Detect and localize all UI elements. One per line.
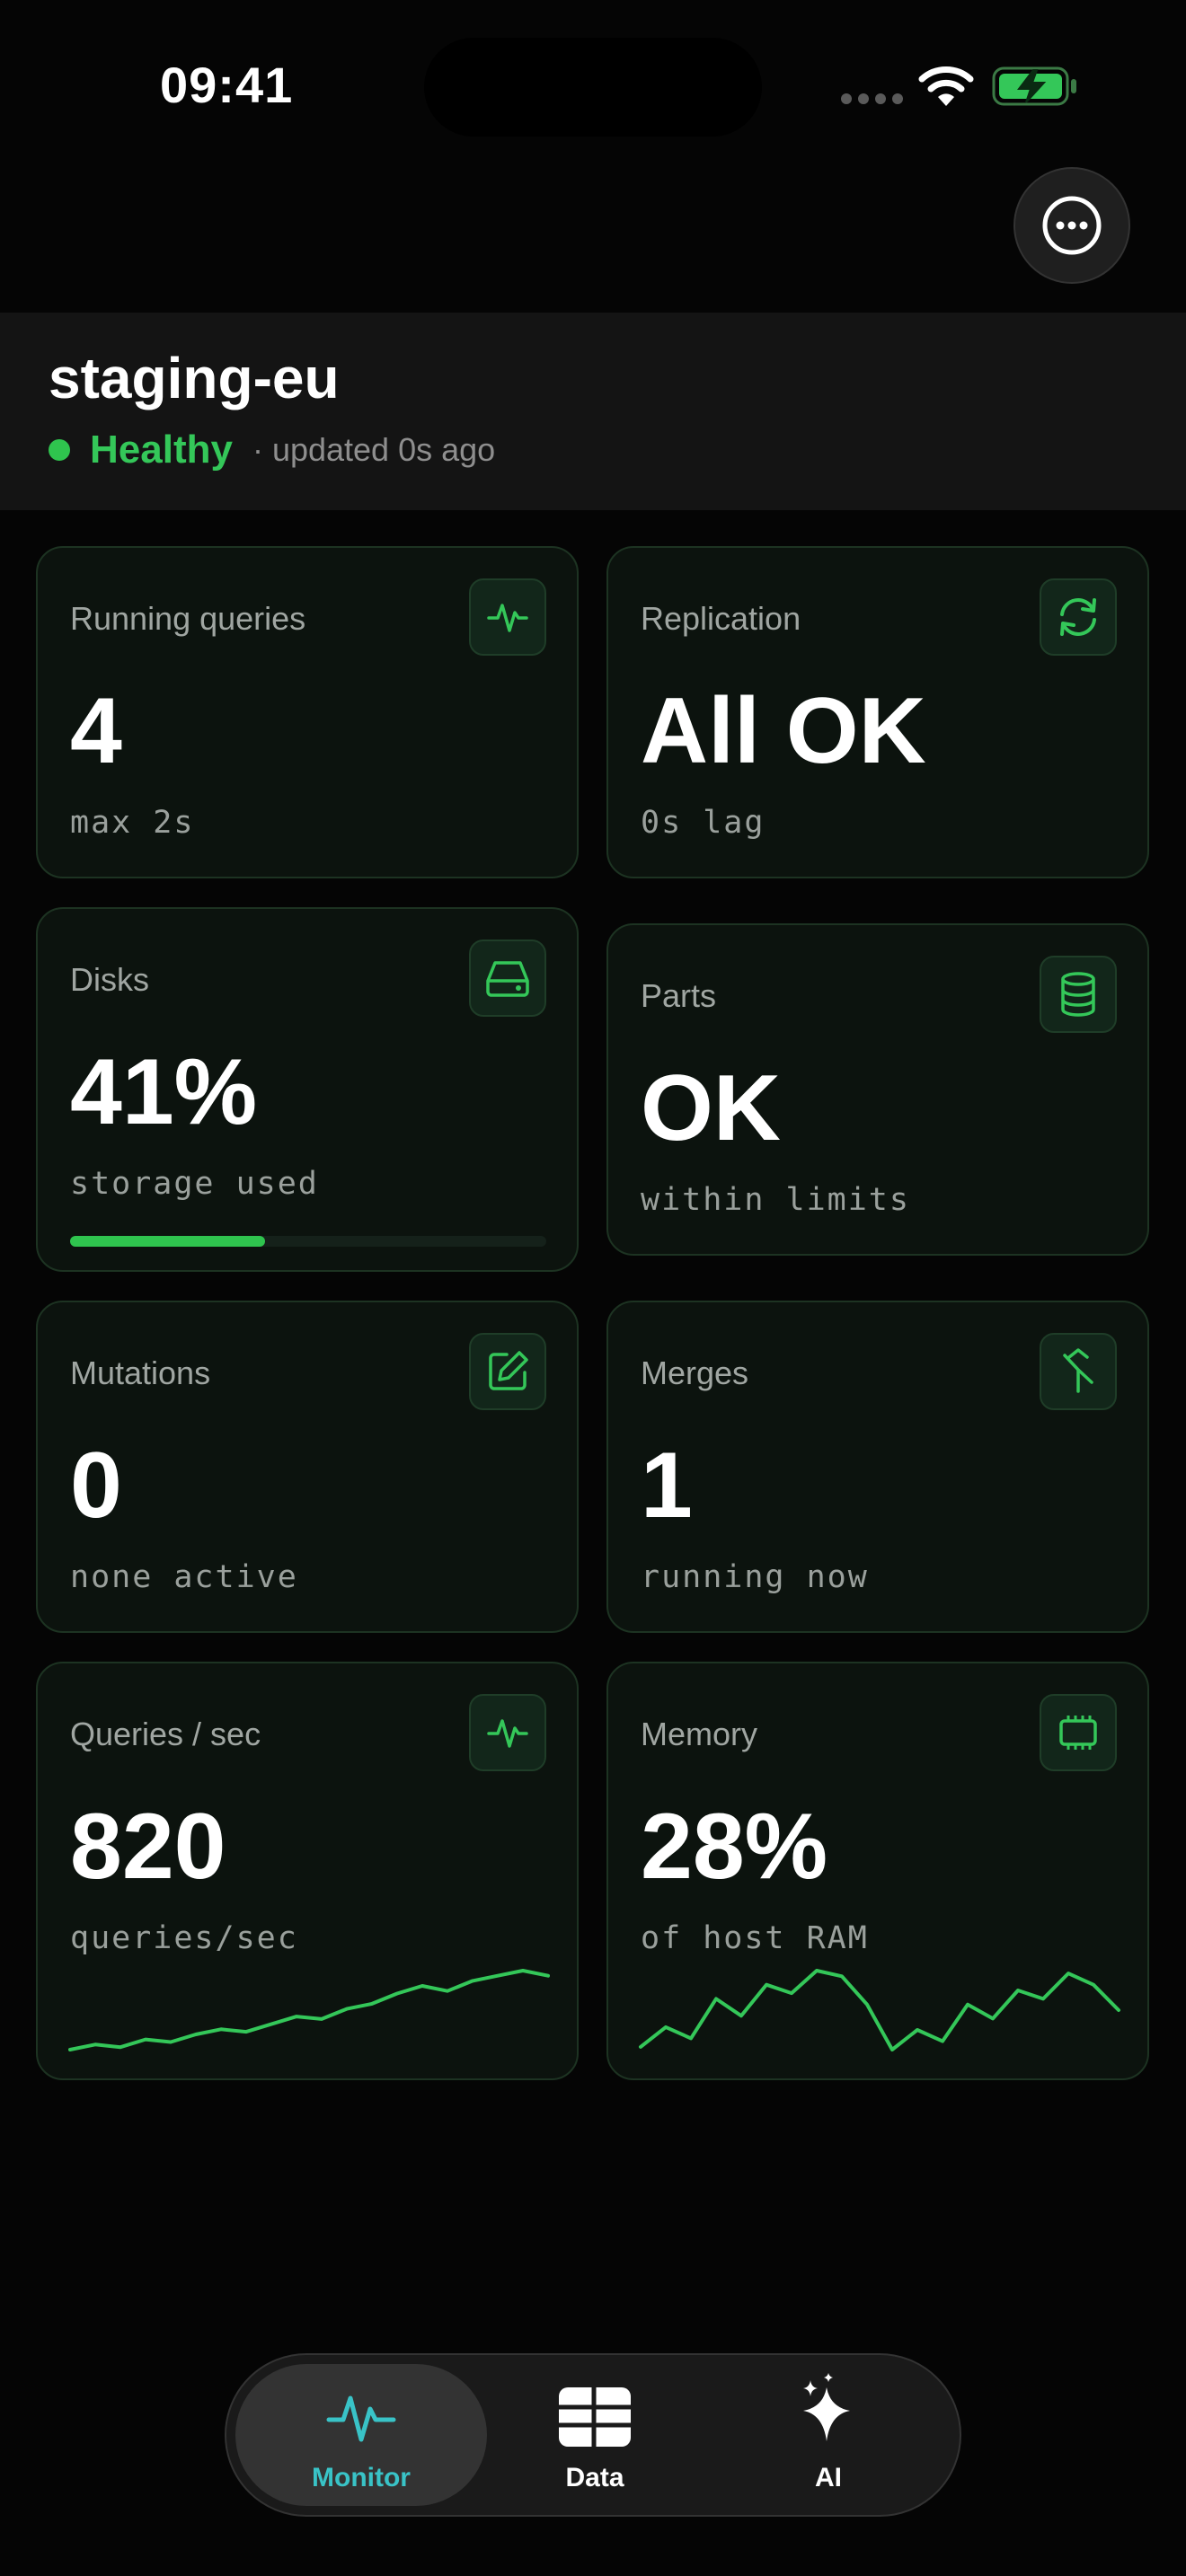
card-value: OK [641, 1056, 781, 1160]
card-value: 41% [70, 1040, 258, 1144]
cellular-signal-icon [841, 93, 903, 104]
sparkline-path [68, 1969, 550, 2051]
card-memory[interactable]: Memory 28% of host RAM [606, 1662, 1149, 2080]
card-title: Merges [641, 1354, 749, 1391]
status-bar: 09:41 [0, 0, 1186, 171]
tab-label: Monitor [312, 2463, 411, 2492]
status-dot-icon [49, 439, 70, 461]
health-status: Healthy [90, 428, 233, 472]
cluster-header: staging-eu Healthy · updated 0s ago [0, 313, 1186, 510]
card-value: 28% [641, 1795, 828, 1899]
card-title: Parts [641, 977, 717, 1014]
chip-icon [1040, 1694, 1117, 1771]
card-subtitle: of host RAM [641, 1920, 869, 1956]
card-title: Mutations [70, 1354, 211, 1391]
card-subtitle: max 2s [70, 805, 195, 841]
card-mutations[interactable]: Mutations 0 none active [36, 1301, 579, 1633]
card-subtitle: within limits [641, 1182, 910, 1218]
cluster-status: Healthy · updated 0s ago [49, 428, 495, 472]
status-time: 09:41 [160, 57, 294, 113]
card-subtitle: none active [70, 1559, 298, 1595]
card-title: Memory [641, 1716, 758, 1752]
storage-progress-fill [70, 1236, 266, 1247]
card-subtitle: storage used [70, 1166, 319, 1202]
tab-data[interactable]: Data [469, 2364, 721, 2506]
sparkles-icon [803, 2373, 850, 2441]
database-icon [1040, 956, 1117, 1033]
card-value: 4 [70, 679, 122, 783]
activity-icon [469, 1694, 546, 1771]
card-subtitle: running now [641, 1559, 869, 1595]
sparkline-path [639, 1969, 1120, 2051]
card-replication[interactable]: Replication All OK 0s lag [606, 546, 1149, 878]
tab-label: AI [815, 2463, 842, 2492]
card-title: Replication [641, 600, 801, 637]
card-parts[interactable]: Parts OK within limits [606, 923, 1149, 1256]
merge-icon [1040, 1333, 1117, 1410]
tab-label: Data [565, 2463, 624, 2492]
wifi-icon [918, 66, 974, 106]
memory-sparkline [639, 1969, 1120, 2051]
activity-icon [469, 578, 546, 656]
card-value: All OK [641, 679, 926, 783]
last-updated: · updated 0s ago [252, 431, 496, 468]
card-value: 0 [70, 1434, 122, 1538]
card-title: Queries / sec [70, 1716, 261, 1752]
ellipsis-circle-icon [1042, 196, 1102, 255]
battery-charging-icon [992, 66, 1076, 106]
queries-sparkline [68, 1969, 550, 2051]
card-value: 820 [70, 1795, 226, 1899]
card-merges[interactable]: Merges 1 running now [606, 1301, 1149, 1633]
cluster-name: staging-eu [49, 346, 340, 410]
tab-ai[interactable]: AI [703, 2364, 954, 2506]
card-queries-per-sec[interactable]: Queries / sec 820 queries/sec [36, 1662, 579, 2080]
storage-progress-bar [70, 1236, 546, 1247]
pulse-icon [326, 2395, 396, 2442]
more-options-button[interactable] [1013, 167, 1130, 284]
card-title: Running queries [70, 600, 306, 637]
edit-icon [469, 1333, 546, 1410]
table-icon [559, 2387, 631, 2447]
card-value: 1 [641, 1434, 693, 1538]
sync-icon [1040, 578, 1117, 656]
tab-bar: Monitor Data AI [225, 2353, 961, 2517]
card-running-queries[interactable]: Running queries 4 max 2s [36, 546, 579, 878]
dynamic-island [424, 38, 762, 137]
card-disks[interactable]: Disks 41% storage used [36, 907, 579, 1272]
tab-monitor[interactable]: Monitor [235, 2364, 487, 2506]
card-subtitle: 0s lag [641, 805, 766, 841]
card-subtitle: queries/sec [70, 1920, 298, 1956]
card-title: Disks [70, 961, 149, 998]
hard-drive-icon [469, 940, 546, 1017]
